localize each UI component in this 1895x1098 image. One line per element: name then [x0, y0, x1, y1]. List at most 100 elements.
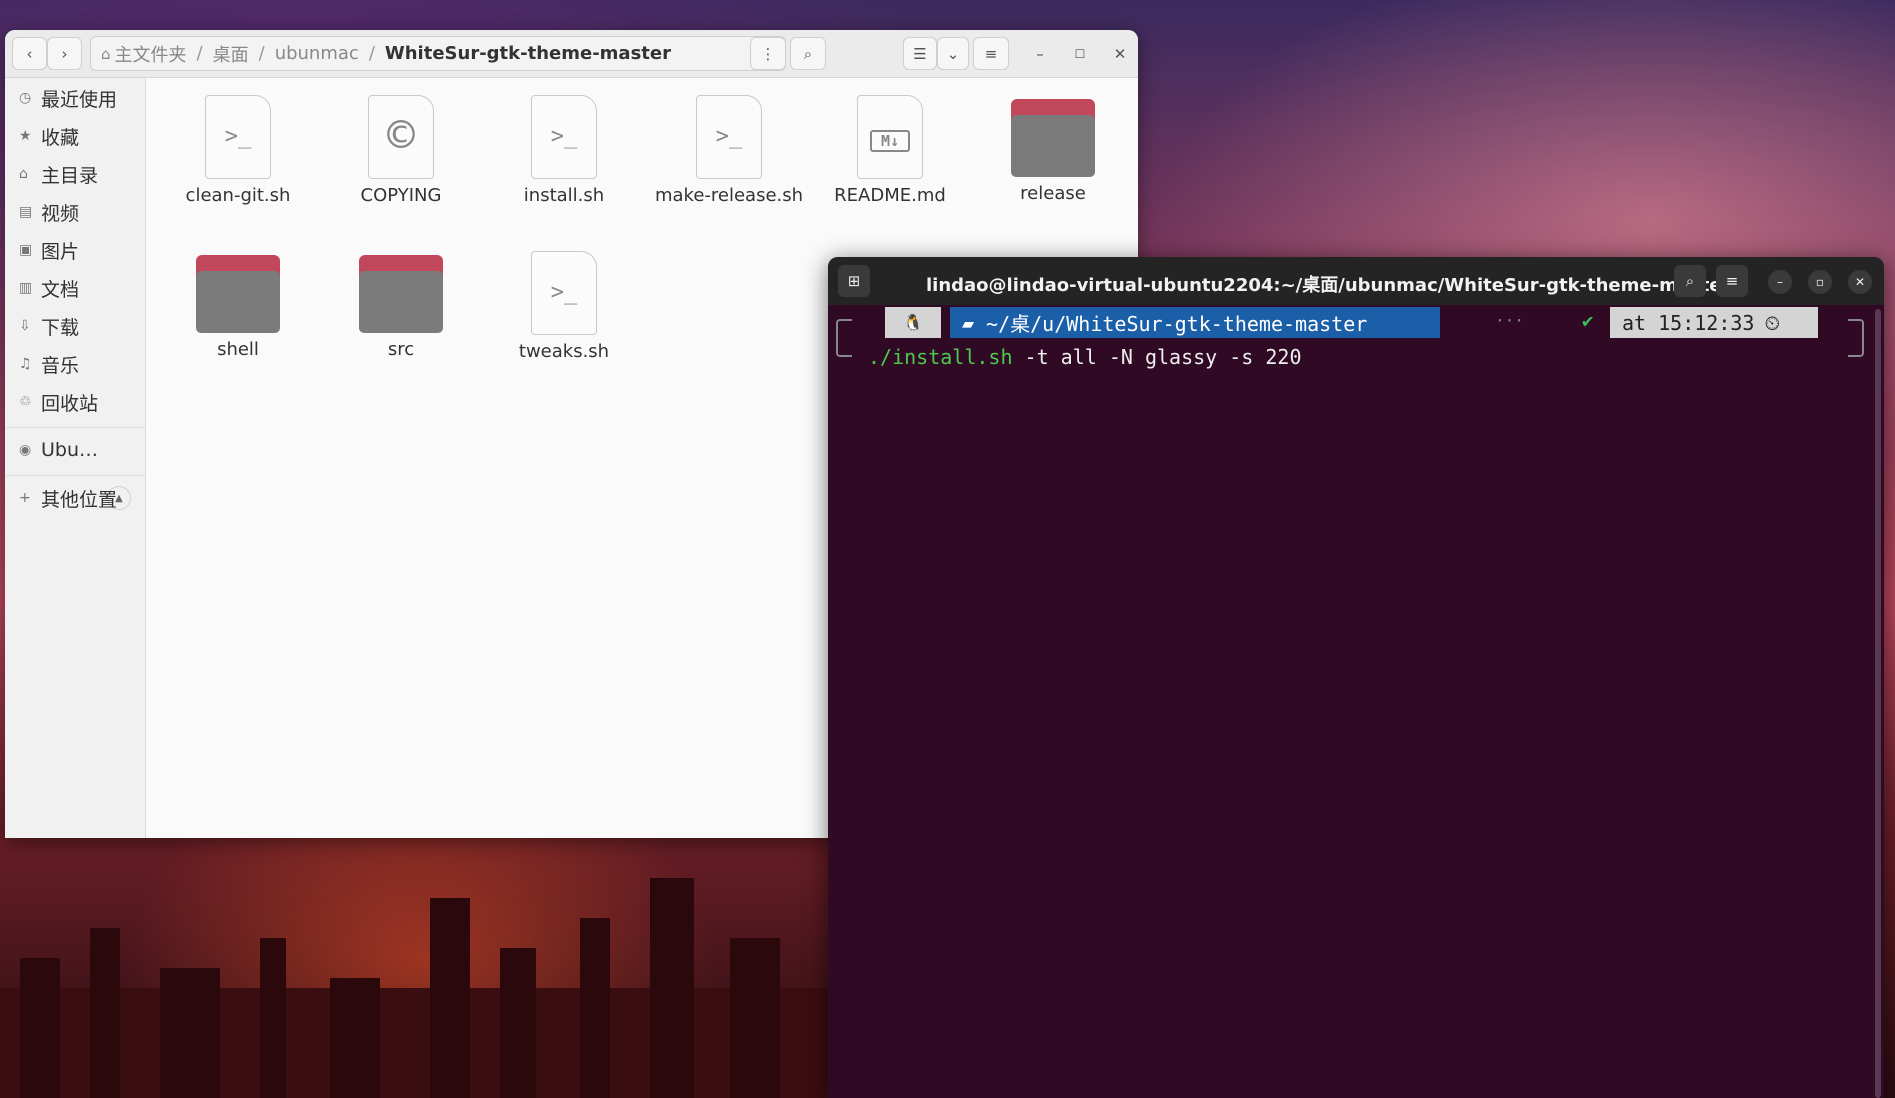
license-file-icon: © [368, 95, 434, 179]
sidebar-divider [5, 427, 145, 428]
minimize-button[interactable]: – [1025, 37, 1055, 70]
sidebar-item-other-locations[interactable]: + 其他位置 [19, 483, 117, 513]
breadcrumb-home[interactable]: 主文件夹 [115, 41, 187, 67]
sidebar-item-trash[interactable]: ♲ 回收站 [19, 387, 98, 417]
sidebar-item-label: 其他位置 [41, 488, 118, 511]
prompt-directory-path: ~/桌/u/WhiteSur-gtk-theme-master [986, 312, 1368, 336]
document-icon: ▥ [19, 280, 33, 296]
star-icon: ★ [19, 128, 32, 144]
minimize-icon: – [1777, 275, 1783, 289]
hamburger-menu-icon: ≡ [984, 44, 998, 63]
home-icon: ⌂ [19, 166, 28, 182]
script-file-icon: >_ [696, 95, 762, 179]
file-item-tweaks[interactable]: >_ tweaks.sh [489, 251, 639, 363]
sidebar-item-label: 文档 [41, 278, 80, 301]
video-icon: ▤ [19, 204, 33, 220]
command-arguments: -t all -N glassy -s 220 [1012, 345, 1302, 369]
disc-icon: ◉ [19, 442, 32, 458]
terminal-headerbar: ⊞ lindao@lindao-virtual-ubuntu2204:~/桌面/… [828, 257, 1884, 305]
sidebar-item-label: 最近使用 [41, 88, 118, 111]
sidebar-item-label: Ubu… [41, 439, 99, 461]
command-executable: ./install.sh [868, 345, 1013, 369]
breadcrumb-separator: / [258, 43, 265, 64]
sidebar-item-music[interactable]: ♫ 音乐 [19, 349, 79, 379]
file-item-make-release[interactable]: >_ make-release.sh [652, 95, 806, 207]
file-item-copying[interactable]: © COPYING [326, 95, 476, 207]
terminal-command-line[interactable]: ./install.sh -t all -N glassy -s 220 [868, 345, 1301, 369]
new-tab-button[interactable]: ⊞ [838, 265, 870, 297]
folder-icon [359, 255, 443, 333]
sidebar-item-label: 视频 [41, 202, 80, 225]
clock-icon: ⏲ [1764, 310, 1781, 335]
file-name: install.sh [523, 185, 605, 206]
download-icon: ⇩ [19, 318, 31, 334]
folder-icon [1011, 99, 1095, 177]
sidebar-item-label: 图片 [41, 240, 80, 263]
search-icon: ⌕ [803, 44, 813, 63]
file-item-readme[interactable]: M↓ README.md [815, 95, 965, 207]
view-options-button[interactable]: ⌄ [937, 37, 969, 70]
breadcrumb-separator: / [196, 43, 203, 64]
terminal-title: lindao@lindao-virtual-ubuntu2204:~/桌面/ub… [926, 275, 1731, 296]
view-mode-button[interactable]: ☰ [903, 37, 937, 70]
sidebar-item-drive[interactable]: ◉ Ubu… [19, 435, 98, 465]
terminal-close-button[interactable]: ✕ [1848, 270, 1872, 294]
file-item-src[interactable]: src [326, 251, 476, 361]
breadcrumb-separator: / [368, 43, 375, 64]
file-name: shell [217, 339, 259, 360]
script-file-icon: >_ [205, 95, 271, 179]
breadcrumb-desktop[interactable]: 桌面 [213, 41, 249, 67]
maximize-icon: ☐ [1074, 46, 1086, 61]
close-button[interactable]: ✕ [1105, 37, 1135, 70]
sidebar-item-home[interactable]: ⌂ 主目录 [19, 159, 98, 189]
search-button[interactable]: ⌕ [790, 37, 826, 70]
file-item-install[interactable]: >_ install.sh [489, 95, 639, 207]
kebab-menu-icon: ⋮ [760, 44, 776, 63]
file-item-shell[interactable]: shell [163, 251, 313, 361]
hamburger-menu-icon: ≡ [1725, 272, 1739, 290]
sidebar-item-documents[interactable]: ▥ 文档 [19, 273, 79, 303]
sidebar-item-label: 下载 [41, 316, 80, 339]
prompt-filler-dots: ··· [1495, 311, 1524, 330]
breadcrumb: ⌂ 主文件夹 / 桌面 / ubunmac / WhiteSur-gtk-the… [90, 36, 786, 71]
close-icon: ✕ [1113, 44, 1127, 63]
sidebar-item-starred[interactable]: ★ 收藏 [19, 121, 79, 151]
terminal-search-button[interactable]: ⌕ [1674, 265, 1706, 297]
sidebar-item-pictures[interactable]: ▣ 图片 [19, 235, 79, 265]
folder-icon [196, 255, 280, 333]
file-item-clean-git[interactable]: >_ clean-git.sh [163, 95, 313, 207]
path-menu-button[interactable]: ⋮ [750, 37, 786, 70]
close-icon: ✕ [1854, 275, 1866, 289]
file-name: tweaks.sh [518, 341, 610, 362]
chevron-down-icon: ⌄ [946, 44, 960, 63]
breadcrumb-current[interactable]: WhiteSur-gtk-theme-master [385, 43, 671, 64]
linux-penguin-icon: 🐧 [885, 307, 941, 338]
folder-open-icon: ▰ [962, 310, 975, 335]
back-button[interactable]: ‹ [12, 37, 47, 70]
file-manager-headerbar: ‹ › ⌂ 主文件夹 / 桌面 / ubunmac / WhiteSur-gtk… [5, 30, 1138, 78]
trash-icon: ♲ [19, 394, 32, 410]
sidebar-item-label: 主目录 [41, 164, 99, 187]
prompt-time: at 15:12:33 ⏲ [1610, 307, 1818, 338]
prompt-directory: ▰ ~/桌/u/WhiteSur-gtk-theme-master [950, 307, 1440, 338]
sidebar-item-videos[interactable]: ▤ 视频 [19, 197, 79, 227]
wallpaper-city [0, 878, 830, 1098]
terminal-minimize-button[interactable]: – [1768, 270, 1792, 294]
terminal-menu-button[interactable]: ≡ [1716, 265, 1748, 297]
sidebar-item-label: 音乐 [41, 354, 80, 377]
script-file-icon: >_ [531, 95, 597, 179]
main-menu-button[interactable]: ≡ [973, 37, 1009, 70]
forward-button[interactable]: › [47, 37, 82, 70]
chevron-left-icon: ‹ [26, 44, 33, 63]
terminal-maximize-button[interactable]: ▫ [1808, 270, 1832, 294]
breadcrumb-ubunmac[interactable]: ubunmac [275, 43, 359, 64]
sidebar-item-downloads[interactable]: ⇩ 下载 [19, 311, 79, 341]
markdown-file-icon: M↓ [857, 95, 923, 179]
sidebar-item-recent[interactable]: ◷ 最近使用 [19, 83, 117, 113]
maximize-icon: ▫ [1815, 275, 1825, 289]
sidebar-item-label: 收藏 [41, 126, 80, 149]
file-name: src [387, 339, 415, 360]
maximize-button[interactable]: ☐ [1065, 37, 1095, 70]
terminal-scrollbar[interactable] [1875, 309, 1881, 1098]
file-item-release[interactable]: release [978, 95, 1128, 205]
